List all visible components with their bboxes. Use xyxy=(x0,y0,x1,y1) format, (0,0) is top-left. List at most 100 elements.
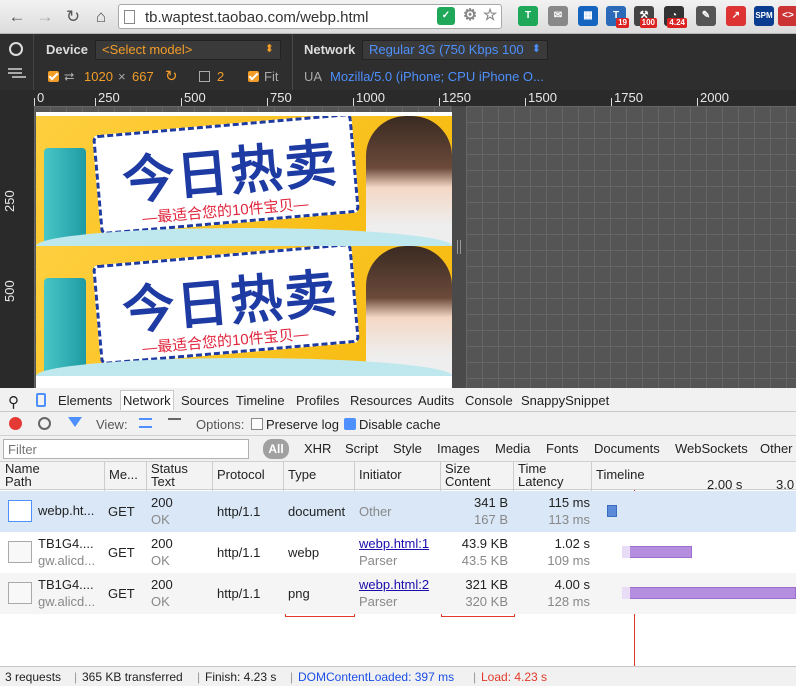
mail-icon[interactable]: ✉ xyxy=(548,6,568,26)
type-filter-media[interactable]: Media xyxy=(495,441,530,456)
tab-snappysnippet[interactable]: SnappySnippet xyxy=(521,393,609,408)
swap-dimensions-icon[interactable]: ⮂ xyxy=(64,69,74,85)
clear-icon[interactable] xyxy=(38,417,51,430)
ua-input[interactable]: Mozilla/5.0 (iPhone; CPU iPhone O... xyxy=(330,69,544,84)
table-row[interactable]: TB1G4.... gw.alicd... GET 200 OK http/1.1 webp… xyxy=(0,532,796,573)
view-label: View: xyxy=(96,417,128,432)
type-filter-script[interactable]: Script xyxy=(345,441,378,456)
list-view-icon[interactable] xyxy=(139,418,152,428)
filter-icon[interactable] xyxy=(68,417,82,427)
type-filter-documents[interactable]: Documents xyxy=(594,441,660,456)
disable-cache-label: Disable cache xyxy=(359,417,441,432)
ruler-tick-label: 1750 xyxy=(614,90,643,105)
request-content-size: 43.5 KB xyxy=(461,553,508,568)
html-file-icon xyxy=(8,500,32,522)
timeline-bar xyxy=(607,505,617,517)
back-icon[interactable]: ← xyxy=(6,6,28,28)
tab-profiles[interactable]: Profiles xyxy=(296,393,339,408)
device-mode-icon[interactable] xyxy=(36,393,46,407)
emulation-toggle[interactable] xyxy=(0,34,34,90)
type-filter-fonts[interactable]: Fonts xyxy=(546,441,579,456)
preserve-log-checkbox[interactable] xyxy=(251,418,263,430)
timeline-bar xyxy=(622,587,796,599)
horizontal-ruler: 0 250 500 750 1000 1250 1500 1750 2000 xyxy=(0,90,796,106)
qr-icon[interactable]: ▦ xyxy=(578,6,598,26)
ruler-tick-label: 2000 xyxy=(700,90,729,105)
tab-sources[interactable]: Sources xyxy=(181,393,229,408)
device-select[interactable]: <Select model> ⬍ xyxy=(95,40,281,60)
forward-icon[interactable]: → xyxy=(34,6,56,28)
home-icon[interactable]: ⌂ xyxy=(90,6,112,28)
filter-input[interactable] xyxy=(4,440,248,458)
tab-console[interactable]: Console xyxy=(465,393,513,408)
table-row[interactable]: webp.ht... GET 200 OK http/1.1 document Other 3… xyxy=(0,491,796,532)
viewport-resize-handle[interactable] xyxy=(452,106,466,388)
reload-icon[interactable]: ↻ xyxy=(62,6,84,28)
height-value[interactable]: 667 xyxy=(132,69,154,84)
tab-timeline[interactable]: Timeline xyxy=(236,393,285,408)
transferred-size: 365 KB transferred xyxy=(82,670,183,684)
initiator-link[interactable]: webp.html:1 xyxy=(359,535,429,552)
request-path: gw.alicd... xyxy=(38,553,96,568)
request-time: 4.00 s xyxy=(554,577,590,592)
col-status-text[interactable]: Text xyxy=(151,475,175,489)
network-select[interactable]: Regular 3G (750 Kbps 100 ⬍ xyxy=(362,40,548,60)
col-timeline[interactable]: Timeline xyxy=(596,468,645,482)
col-initiator[interactable]: Initiator xyxy=(359,468,402,482)
request-type: webp xyxy=(288,545,320,560)
page-icon xyxy=(124,10,135,24)
settings-icon[interactable]: ⚙ xyxy=(461,7,479,25)
device-emulation-bar: Device <Select model> ⬍ Network Regular … xyxy=(0,34,796,90)
request-path: gw.alicd... xyxy=(38,594,96,609)
type-filter-style[interactable]: Style xyxy=(393,441,422,456)
width-value[interactable]: 1020 xyxy=(84,69,113,84)
request-protocol: http/1.1 xyxy=(217,586,261,601)
tool-icon[interactable]: ⚒ 100 xyxy=(634,6,657,28)
tab-audits[interactable]: Audits xyxy=(418,393,454,408)
tamper-icon[interactable]: T xyxy=(518,6,538,26)
no-entry-icon[interactable] xyxy=(9,42,23,56)
request-content-size: 167 B xyxy=(474,512,508,527)
shield-icon[interactable]: ✓ xyxy=(437,7,455,25)
fit-checkbox[interactable] xyxy=(248,71,259,82)
col-protocol[interactable]: Protocol xyxy=(217,468,265,482)
tab-resources[interactable]: Resources xyxy=(350,393,412,408)
col-path[interactable]: Path xyxy=(5,475,32,489)
table-row[interactable]: TB1G4.... gw.alicd... GET 200 OK http/1.1 png w… xyxy=(0,573,796,614)
ruler-tick-label: 0 xyxy=(37,90,45,105)
initiator-link[interactable]: webp.html:2 xyxy=(359,576,429,593)
col-latency[interactable]: Latency xyxy=(518,475,564,489)
scale-value[interactable]: 2 xyxy=(217,69,224,84)
col-content[interactable]: Content xyxy=(445,475,491,489)
rotate-icon[interactable]: ↻ xyxy=(165,67,178,85)
chart-icon[interactable]: ↗ xyxy=(726,6,746,26)
promo-banner: 今日热卖 —最适合您的10件宝贝— xyxy=(36,246,452,376)
url-text: tb.waptest.taobao.com/webp.html xyxy=(145,9,369,26)
type-filter-images[interactable]: Images xyxy=(437,441,480,456)
record-icon[interactable] xyxy=(9,417,22,430)
text-icon[interactable]: T 19 xyxy=(606,6,629,28)
spm-icon[interactable]: SPM xyxy=(754,6,774,26)
tab-network[interactable]: Network xyxy=(120,390,174,410)
star-icon[interactable]: ☆ xyxy=(481,7,499,25)
code-icon[interactable]: <> xyxy=(778,6,796,26)
disable-cache-checkbox[interactable] xyxy=(344,418,356,430)
fit-label: Fit xyxy=(264,69,279,84)
search-icon[interactable]: ⚲ xyxy=(8,393,19,411)
menu-icon[interactable] xyxy=(8,68,22,70)
address-bar[interactable]: tb.waptest.taobao.com/webp.html ✓ ⚙ ☆ xyxy=(118,4,502,29)
col-type[interactable]: Type xyxy=(288,468,316,482)
clock-icon[interactable]: ◔ 4.24 xyxy=(664,6,687,28)
wrench-icon[interactable]: ✎ xyxy=(696,6,716,26)
type-all-button[interactable]: All xyxy=(263,439,289,459)
tab-elements[interactable]: Elements xyxy=(58,393,112,408)
type-filter-other[interactable]: Other xyxy=(760,441,793,456)
timeline-bar xyxy=(622,546,692,558)
col-method[interactable]: Me... xyxy=(109,468,138,482)
waterfall-view-icon[interactable] xyxy=(168,418,181,428)
type-filter-xhr[interactable]: XHR xyxy=(304,441,331,456)
type-filter-websockets[interactable]: WebSockets xyxy=(675,441,748,456)
initiator-type: Parser xyxy=(359,553,398,568)
filter-input-box xyxy=(3,439,249,459)
resolution-checkbox[interactable] xyxy=(48,71,59,82)
